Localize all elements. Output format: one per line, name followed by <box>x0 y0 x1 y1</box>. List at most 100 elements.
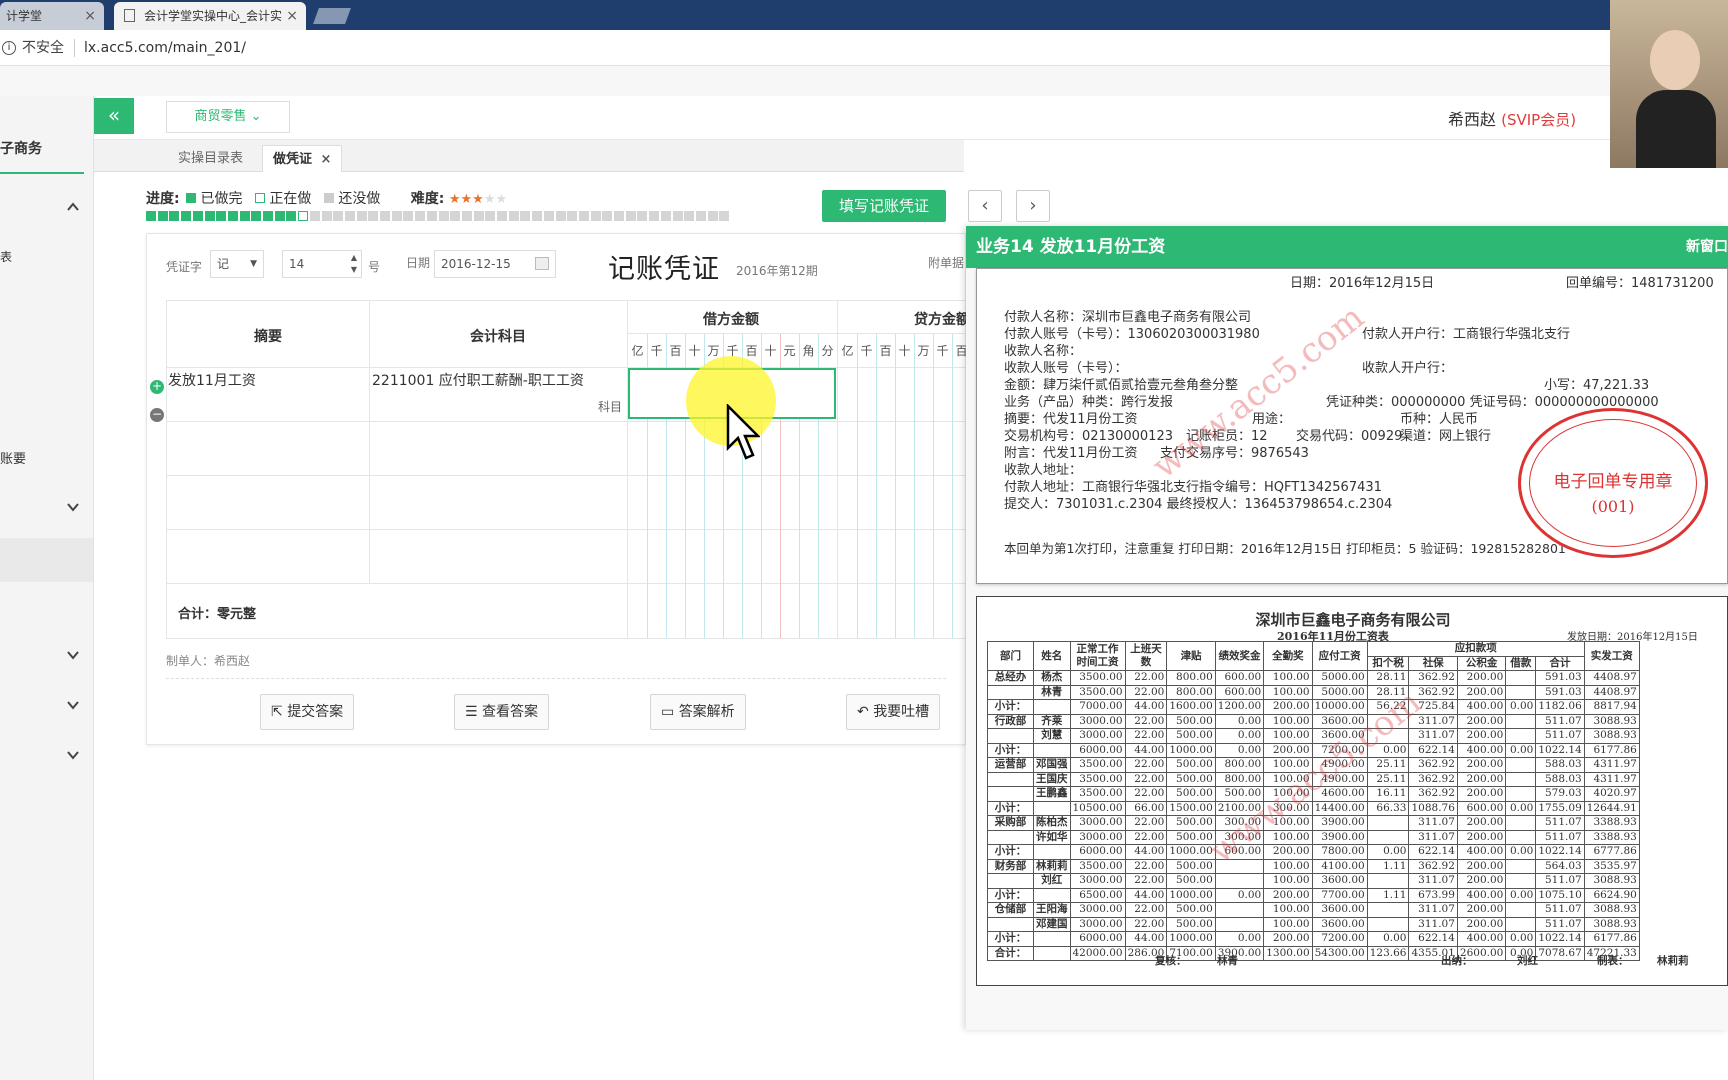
progress-block[interactable] <box>438 211 449 221</box>
progress-block[interactable] <box>181 211 192 221</box>
progress-block[interactable] <box>239 211 250 221</box>
add-row-icon[interactable]: + <box>150 380 164 394</box>
progress-block[interactable] <box>578 211 589 221</box>
browser-tab[interactable]: 计学堂 × <box>0 2 104 30</box>
progress-block[interactable] <box>403 211 414 221</box>
submit-answer-button[interactable]: ⇱ 提交答案 <box>260 694 355 730</box>
progress-block[interactable] <box>415 211 426 221</box>
row1-summary[interactable]: 发放11月工资 <box>168 370 256 390</box>
progress-block[interactable] <box>719 211 730 221</box>
progress-block[interactable] <box>695 211 706 221</box>
progress-block[interactable] <box>602 211 613 221</box>
chevron-up-icon[interactable] <box>66 200 80 214</box>
progress-block[interactable] <box>298 211 309 221</box>
chevron-down-icon[interactable] <box>66 648 80 662</box>
user-info[interactable]: 希西赵 (SVIP会员) <box>1448 106 1576 130</box>
progress-block[interactable] <box>672 211 683 221</box>
done-swatch <box>186 193 197 203</box>
progress-block[interactable] <box>497 211 507 221</box>
answer-analysis-button[interactable]: ▭ 答案解析 <box>650 694 746 730</box>
payroll-cell: 3388.93 <box>1583 829 1640 845</box>
progress-block[interactable] <box>286 211 297 221</box>
progress-block[interactable] <box>263 211 273 221</box>
progress-block[interactable] <box>333 211 344 221</box>
sidebar-title[interactable]: 子商务 <box>0 138 42 158</box>
progress-block[interactable] <box>169 211 180 221</box>
address-bar[interactable]: i 不安全 lx.acc5.com/main_201/ <box>0 30 1728 66</box>
progress-block[interactable] <box>543 211 554 221</box>
sidebar-item[interactable]: 账要 <box>0 448 26 467</box>
voucher-number-stepper[interactable]: 14 ▲ ▼ <box>282 250 362 278</box>
progress-block[interactable] <box>204 211 215 221</box>
progress-block[interactable] <box>274 211 285 221</box>
account-tag[interactable]: 科目 <box>598 398 622 415</box>
chevron-down-icon[interactable] <box>66 698 80 712</box>
chevron-down-icon[interactable] <box>66 748 80 762</box>
progress-block[interactable] <box>508 211 519 221</box>
tab-make-voucher[interactable]: 做凭证 × <box>262 145 343 172</box>
browser-tab-active[interactable]: 会计学堂实操中心_会计实 × <box>114 2 306 30</box>
close-icon[interactable]: × <box>286 2 298 30</box>
sidebar-item-selected[interactable] <box>0 538 93 582</box>
stepper-down-icon[interactable]: ▼ <box>351 257 357 283</box>
voucher-word-select[interactable]: 记 ▼ <box>210 250 264 278</box>
new-tab-button[interactable] <box>313 8 351 24</box>
payroll-cell: 400.00 <box>1456 742 1507 758</box>
progress-block[interactable] <box>461 211 472 221</box>
payroll-cell: 22.00 <box>1124 873 1168 889</box>
progress-block[interactable] <box>637 211 648 221</box>
close-icon[interactable]: × <box>321 152 332 167</box>
progress-block[interactable] <box>344 211 355 221</box>
payroll-row: 林青 3500.00 22.00 800.00 600.00 100.00 5000.00 2… <box>987 684 1640 700</box>
chevron-down-icon[interactable] <box>66 500 80 514</box>
progress-block[interactable] <box>532 211 543 221</box>
progress-block[interactable] <box>660 211 671 221</box>
url-text[interactable]: lx.acc5.com/main_201/ <box>84 30 246 66</box>
fill-voucher-button[interactable]: 填写记账凭证 <box>822 190 946 222</box>
sidebar-item[interactable]: 表 <box>0 248 12 265</box>
info-icon[interactable]: i <box>2 41 16 55</box>
progress-block[interactable] <box>450 211 461 221</box>
progress-block[interactable] <box>426 211 437 221</box>
remove-row-icon[interactable]: − <box>150 408 164 422</box>
progress-block[interactable] <box>321 211 332 221</box>
progress-block[interactable] <box>216 211 227 221</box>
industry-dropdown[interactable]: 商贸零售 ⌄ <box>166 101 290 133</box>
debit-digit-label: 千 <box>650 344 663 358</box>
progress-block[interactable] <box>707 211 718 221</box>
progress-block[interactable] <box>684 211 695 221</box>
progress-block[interactable] <box>356 211 367 221</box>
progress-block[interactable] <box>473 211 484 221</box>
submit-label: 提交答案 <box>287 704 344 720</box>
calendar-icon[interactable] <box>535 257 549 270</box>
payroll-cell: 4100.00 <box>1311 858 1368 874</box>
feedback-button[interactable]: ↶ 我要吐槽 <box>846 694 941 730</box>
progress-block[interactable] <box>227 211 238 221</box>
progress-block[interactable] <box>649 211 660 221</box>
open-new-window-link[interactable]: 新窗口 <box>1686 226 1728 268</box>
progress-block[interactable] <box>555 211 566 221</box>
view-answer-button[interactable]: ☰ 查看答案 <box>454 694 550 730</box>
progress-block[interactable] <box>625 211 636 221</box>
row1-account[interactable]: 2211001 应付职工薪酬-职工工资 <box>372 370 584 390</box>
tab-practice-list[interactable]: 实操目录表 <box>168 145 253 172</box>
prev-button[interactable]: ‹ <box>968 190 1002 222</box>
close-icon[interactable]: × <box>84 2 96 30</box>
progress-block[interactable] <box>614 211 624 221</box>
progress-block[interactable] <box>391 211 402 221</box>
progress-block[interactable] <box>590 211 601 221</box>
progress-block[interactable] <box>192 211 203 221</box>
progress-block[interactable] <box>146 211 156 221</box>
progress-block[interactable] <box>567 211 578 221</box>
progress-block[interactable] <box>251 211 262 221</box>
progress-block[interactable] <box>368 211 379 221</box>
next-button[interactable]: › <box>1016 190 1050 222</box>
progress-block[interactable] <box>309 211 320 221</box>
collapse-sidebar-button[interactable]: « <box>94 98 134 134</box>
progress-block[interactable] <box>520 211 531 221</box>
progress-block[interactable] <box>157 211 168 221</box>
date-input[interactable]: 2016-12-15 <box>434 250 556 278</box>
progress-block[interactable] <box>380 211 390 221</box>
progress-block[interactable] <box>485 211 496 221</box>
payroll-cell: 林莉莉 <box>1033 858 1071 874</box>
